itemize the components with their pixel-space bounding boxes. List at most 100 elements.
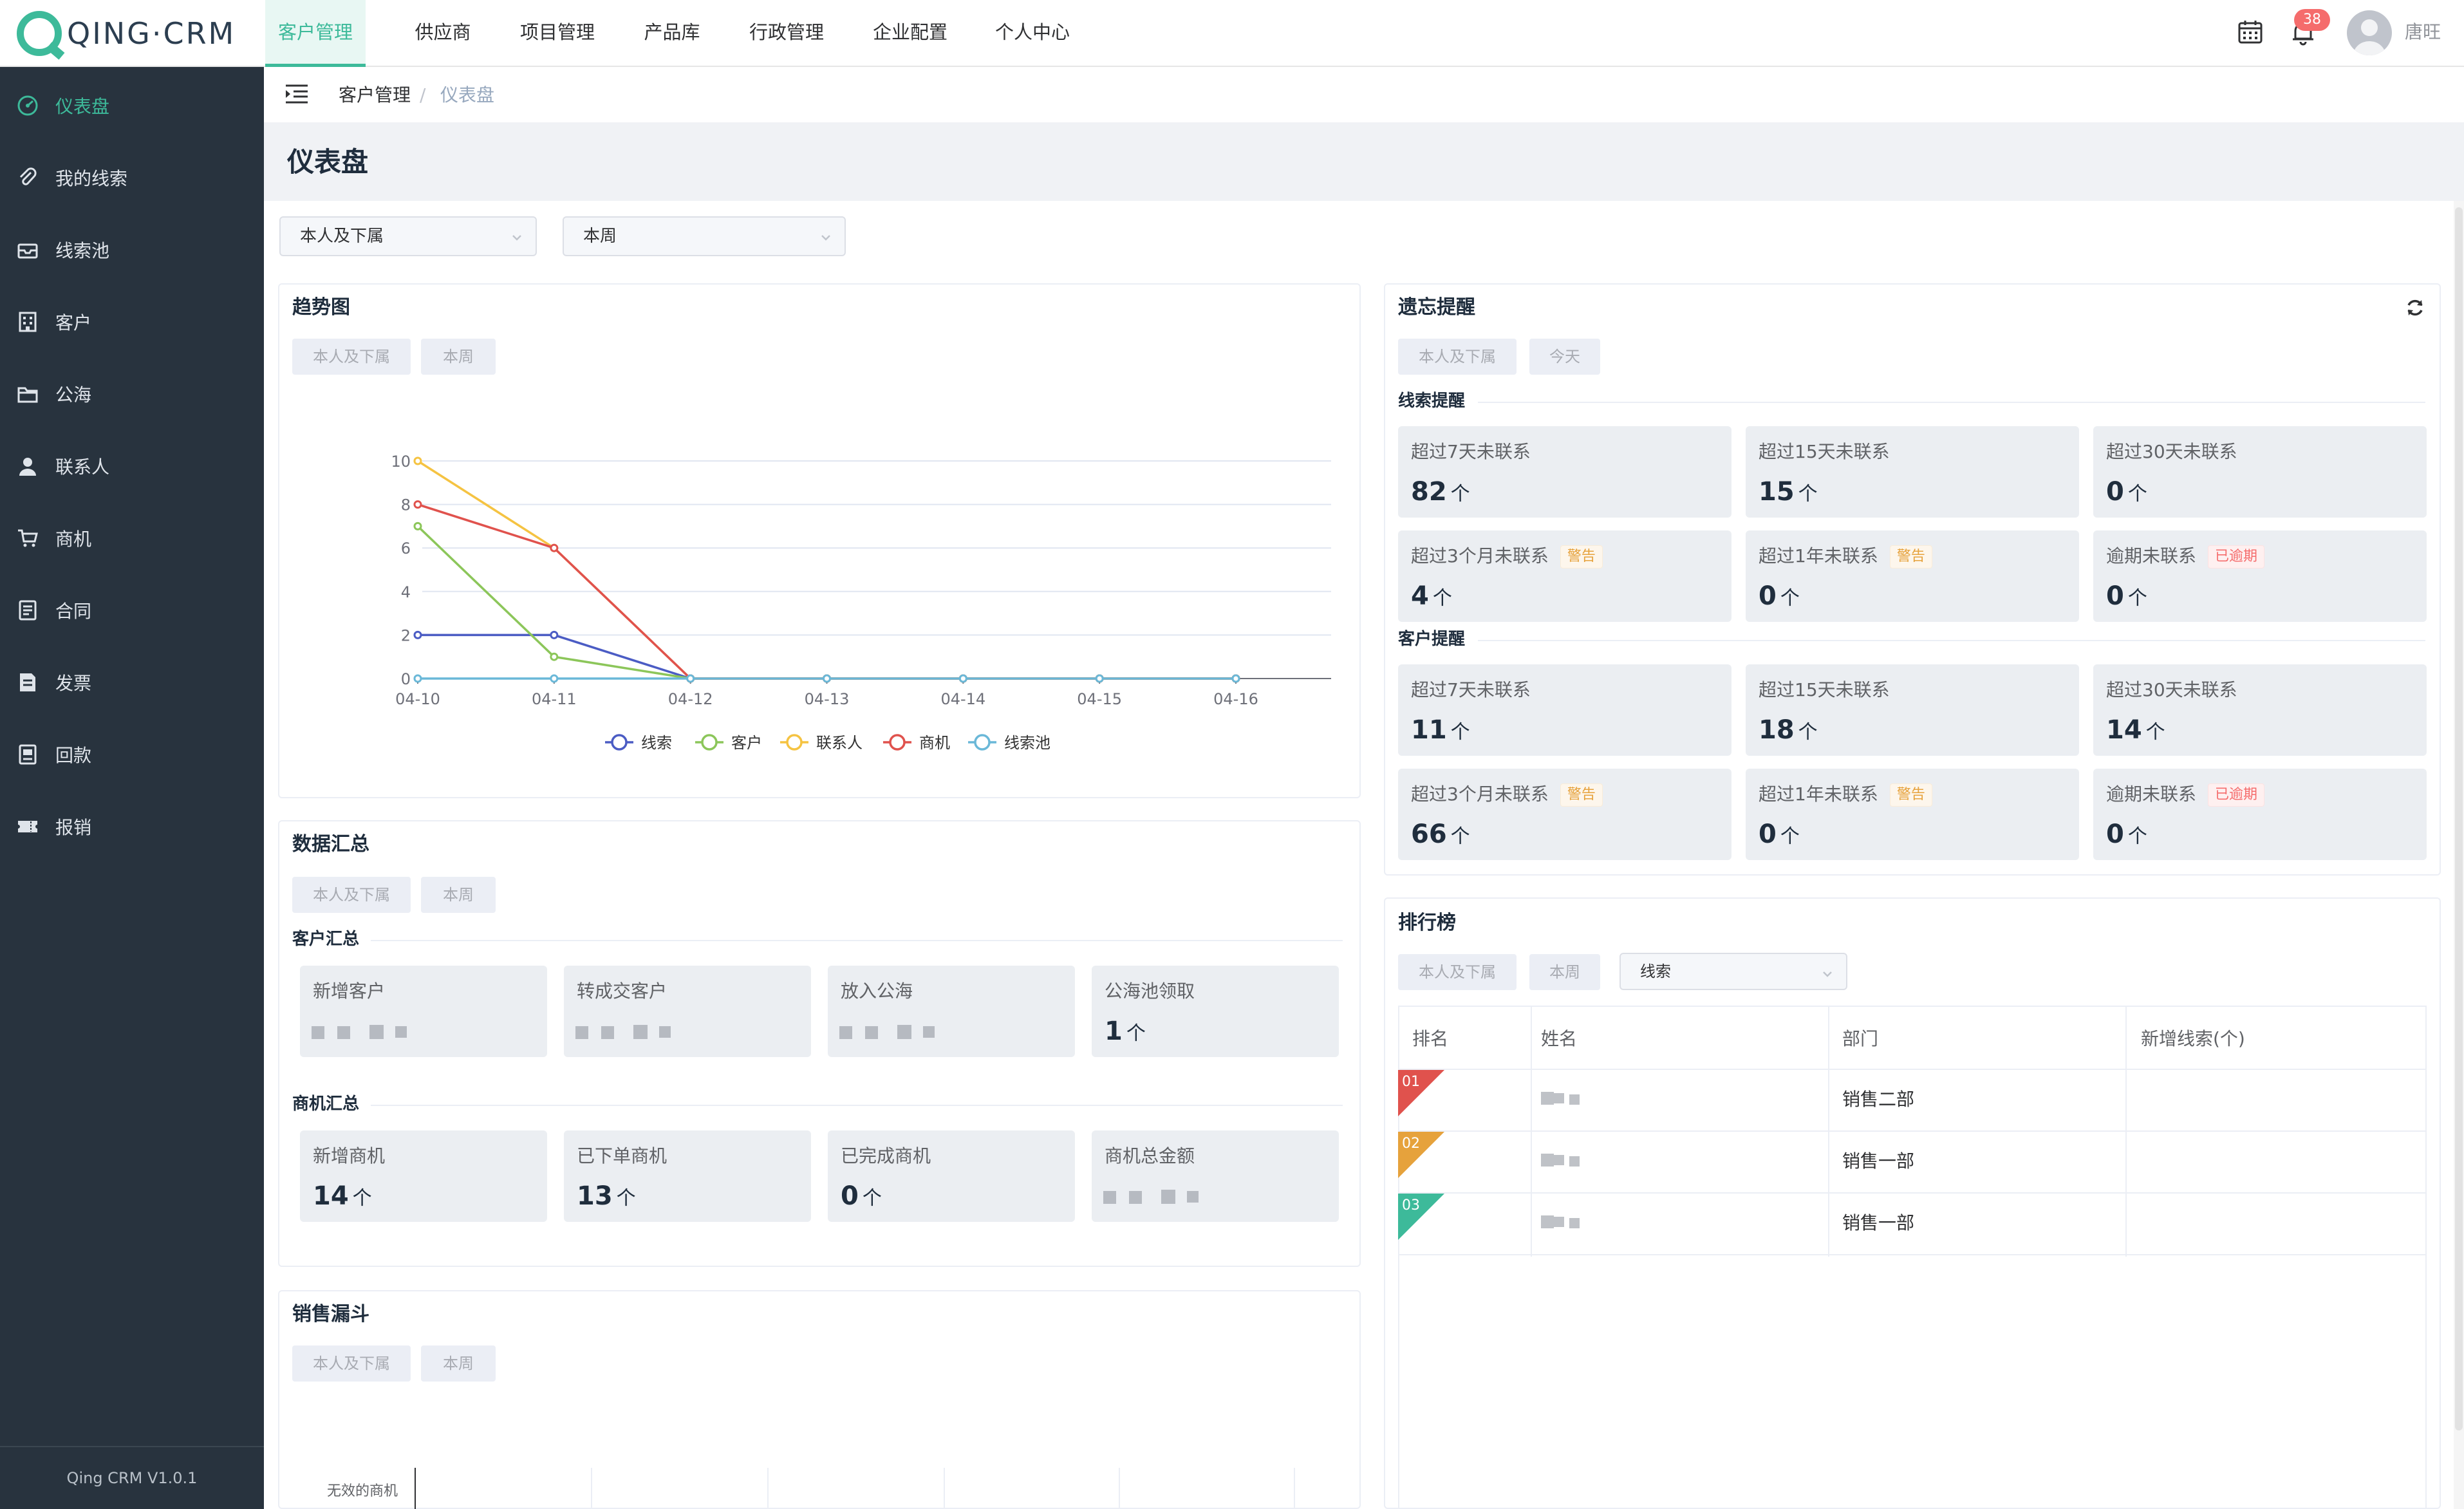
- card-value-number: 0: [2106, 477, 2124, 507]
- ranking-scope-chip[interactable]: 本人及下属: [1398, 954, 1517, 990]
- sidebar-item-inbox[interactable]: 线索池: [0, 214, 264, 286]
- opportunity-summary-card[interactable]: 新增商机 14 个: [300, 1130, 547, 1222]
- summary-period-chip[interactable]: 本周: [421, 877, 496, 913]
- card-label-text: 新增客户: [313, 980, 386, 1002]
- mosaic-block: [1541, 1154, 1554, 1167]
- data-point[interactable]: [686, 674, 695, 683]
- legend-item[interactable]: 客户: [695, 734, 762, 752]
- lead-reminder-card[interactable]: 超过1年未联系 警告 0 个: [1746, 530, 2079, 622]
- scrollbar-thumb[interactable]: [2455, 207, 2463, 1430]
- card-label-text: 超过30天未联系: [2106, 441, 2237, 462]
- opportunity-summary-card[interactable]: 已完成商机 0 个: [828, 1130, 1075, 1222]
- app-logo[interactable]: QING·CRM: [17, 9, 236, 58]
- customer-reminder-card[interactable]: 超过30天未联系 14 个: [2093, 664, 2427, 756]
- x-tick-label: 04-15: [1077, 690, 1122, 708]
- user-avatar[interactable]: [2347, 10, 2392, 55]
- funnel-period-chip[interactable]: 本周: [421, 1345, 496, 1382]
- legend-marker: [786, 734, 803, 751]
- divider: [371, 1105, 1343, 1106]
- data-point[interactable]: [550, 630, 559, 639]
- refresh-icon[interactable]: [2405, 297, 2425, 318]
- legend-item[interactable]: 联系人: [780, 734, 863, 752]
- card-value: 0个: [2106, 579, 2147, 615]
- card-label: 逾期未联系 已逾期: [2106, 782, 2265, 807]
- divider: [1478, 640, 2425, 641]
- sidebar-item-dashboard[interactable]: 仪表盘: [0, 70, 264, 142]
- opportunity-summary-card[interactable]: 商机总金额: [1092, 1130, 1339, 1222]
- nav-customer-management[interactable]: 客户管理: [265, 0, 366, 67]
- customer-summary-card[interactable]: 公海池领取 1 个: [1092, 966, 1339, 1057]
- customer-summary-card[interactable]: 新增客户: [300, 966, 547, 1057]
- nav-product-library[interactable]: 产品库: [621, 0, 723, 67]
- funnel-scope-chip[interactable]: 本人及下属: [292, 1345, 411, 1382]
- logo-mark-icon: [17, 11, 62, 56]
- customer-reminder-card[interactable]: 超过15天未联系 18 个: [1746, 664, 2079, 756]
- sidebar-item-receipt[interactable]: 回款: [0, 718, 264, 791]
- breadcrumb-parent[interactable]: 客户管理: [339, 82, 411, 108]
- table-row[interactable]: 02 销售一部: [1398, 1132, 2427, 1194]
- page-scrollbar[interactable]: [2454, 201, 2464, 1509]
- legend-item[interactable]: 线索池: [968, 734, 1050, 752]
- lead-reminder-card[interactable]: 超过7天未联系 82 个: [1398, 426, 1731, 518]
- data-point[interactable]: [550, 543, 559, 552]
- customer-reminder-card[interactable]: 超过3个月未联系 警告 66 个: [1398, 769, 1731, 860]
- data-point[interactable]: [550, 652, 559, 661]
- customer-summary-card[interactable]: 转成交客户: [564, 966, 811, 1057]
- lead-reminder-card[interactable]: 超过30天未联系 0 个: [2093, 426, 2427, 518]
- user-name[interactable]: 唐旺: [2405, 19, 2441, 45]
- warning-tag: 警告: [1889, 783, 1932, 807]
- customer-reminder-card[interactable]: 超过1年未联系 警告 0 个: [1746, 769, 2079, 860]
- customer-reminder-card[interactable]: 逾期未联系 已逾期 0 个: [2093, 769, 2427, 860]
- sidebar-item-building[interactable]: 客户: [0, 286, 264, 358]
- data-point[interactable]: [958, 674, 967, 683]
- reminder-scope-chip[interactable]: 本人及下属: [1398, 339, 1517, 375]
- calendar-icon[interactable]: [2237, 19, 2263, 45]
- logo-text: QING·CRM: [67, 16, 236, 51]
- nav-project-management[interactable]: 项目管理: [506, 0, 609, 67]
- data-point[interactable]: [413, 674, 422, 683]
- sidebar-item-invoice[interactable]: 发票: [0, 646, 264, 718]
- nav-enterprise-config[interactable]: 企业配置: [859, 0, 962, 67]
- cart-icon: [18, 529, 38, 547]
- sidebar-item-folder[interactable]: 公海: [0, 358, 264, 430]
- table-row[interactable]: 01 销售二部: [1398, 1070, 2427, 1132]
- lead-reminder-card[interactable]: 超过15天未联系 15 个: [1746, 426, 2079, 518]
- nav-supplier[interactable]: 供应商: [391, 0, 494, 67]
- data-point[interactable]: [1231, 674, 1240, 683]
- lead-reminder-card[interactable]: 超过3个月未联系 警告 4 个: [1398, 530, 1731, 622]
- customer-reminder-card[interactable]: 超过7天未联系 11 个: [1398, 664, 1731, 756]
- data-point[interactable]: [413, 456, 422, 465]
- ranking-period-chip[interactable]: 本周: [1529, 954, 1600, 990]
- summary-scope-chip[interactable]: 本人及下属: [292, 877, 411, 913]
- legend-item[interactable]: 线索: [605, 734, 672, 752]
- data-point[interactable]: [413, 500, 422, 509]
- lead-reminder-card[interactable]: 逾期未联系 已逾期 0 个: [2093, 530, 2427, 622]
- grid-line: [767, 1468, 769, 1509]
- data-point[interactable]: [413, 521, 422, 530]
- legend-label: 线索: [641, 734, 672, 752]
- nav-admin-management[interactable]: 行政管理: [735, 0, 838, 67]
- opportunity-summary-card[interactable]: 已下单商机 13 个: [564, 1130, 811, 1222]
- data-point[interactable]: [550, 674, 559, 683]
- period-select[interactable]: 本周: [563, 216, 846, 256]
- data-point[interactable]: [1095, 674, 1104, 683]
- legend-item[interactable]: 商机: [883, 734, 950, 752]
- sidebar-item-paperclip[interactable]: 我的线索: [0, 142, 264, 214]
- nav-personal-center[interactable]: 个人中心: [981, 0, 1084, 67]
- sidebar-item-ticket[interactable]: 报销: [0, 791, 264, 863]
- ranking-metric-select[interactable]: 线索: [1619, 953, 1847, 990]
- table-row[interactable]: 03 销售一部: [1398, 1194, 2427, 1255]
- sidebar-item-cart[interactable]: 商机: [0, 502, 264, 574]
- mosaic-block: [897, 1025, 911, 1039]
- reminder-period-chip[interactable]: 今天: [1529, 339, 1600, 375]
- sidebar-item-user[interactable]: 联系人: [0, 430, 264, 502]
- menu-fold-icon[interactable]: [285, 82, 309, 106]
- customer-summary-card[interactable]: 放入公海: [828, 966, 1075, 1057]
- trend-scope-chip[interactable]: 本人及下属: [292, 339, 411, 375]
- data-point[interactable]: [823, 674, 831, 683]
- legend-label: 商机: [919, 734, 950, 752]
- sidebar-item-document[interactable]: 合同: [0, 574, 264, 646]
- trend-period-chip[interactable]: 本周: [421, 339, 496, 375]
- data-point[interactable]: [413, 630, 422, 639]
- scope-select[interactable]: 本人及下属: [279, 216, 537, 256]
